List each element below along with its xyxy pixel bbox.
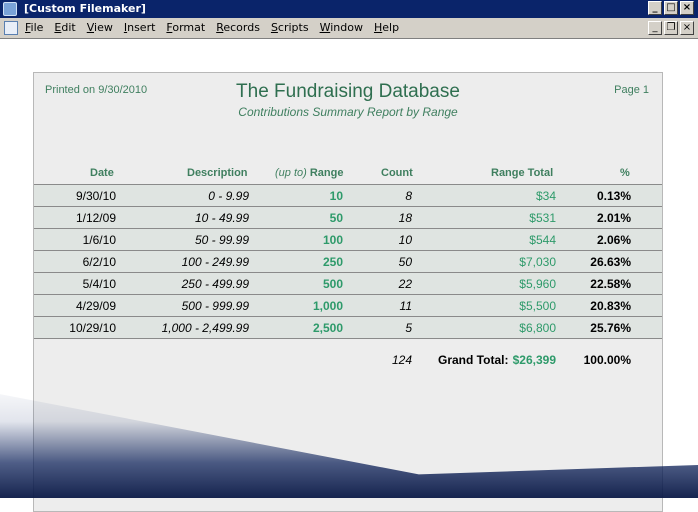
report-page: Printed on 9/30/2010 Page 1 The Fundrais… xyxy=(33,72,663,512)
header-range-prefix: (up to) xyxy=(275,167,307,179)
report-subtitle: Contributions Summary Report by Range xyxy=(238,105,458,119)
report-title: The Fundraising Database xyxy=(236,81,460,102)
cell-range-total: $6,800 xyxy=(519,321,556,335)
cell-date: 9/30/10 xyxy=(75,189,116,203)
totals-row: 124 Grand Total: $26,399 100.00% xyxy=(34,350,662,370)
cell-range-total: $5,500 xyxy=(519,299,556,313)
document-icon[interactable] xyxy=(4,21,18,35)
menu-view[interactable]: View xyxy=(87,21,113,34)
document-canvas: Printed on 9/30/2010 Page 1 The Fundrais… xyxy=(0,39,698,512)
cell-description: 50 - 99.99 xyxy=(194,233,249,247)
header-range-total: Range Total xyxy=(491,167,554,179)
cell-count: 18 xyxy=(398,211,412,225)
document-window-controls: _ ❐ × xyxy=(648,21,694,35)
grand-total-value: $26,399 xyxy=(512,353,556,367)
table-row[interactable]: 5/4/10 250 - 499.99 500 22 $5,960 22.58% xyxy=(34,272,662,294)
title-bar: [Custom Filemaker] _ □ × xyxy=(0,0,698,18)
cell-description: 1,000 - 2,499.99 xyxy=(161,321,249,335)
cell-description: 10 - 49.99 xyxy=(194,211,249,225)
cell-date: 5/4/10 xyxy=(82,277,116,291)
menu-records[interactable]: Records xyxy=(216,21,260,34)
window-title: [Custom Filemaker] xyxy=(24,2,146,15)
cell-date: 1/6/10 xyxy=(82,233,116,247)
cell-date: 1/12/09 xyxy=(75,211,116,225)
cell-range: 100 xyxy=(322,233,343,247)
cell-range: 50 xyxy=(329,211,343,225)
report-rows: 9/30/10 0 - 9.99 10 8 $34 0.13% 1/12/09 … xyxy=(34,184,662,339)
menu-file[interactable]: File xyxy=(25,21,43,34)
cell-range-total: $7,030 xyxy=(519,255,556,269)
cell-count: 5 xyxy=(405,321,412,335)
doc-close-button[interactable]: × xyxy=(680,21,694,35)
header-range: (up to) Range xyxy=(275,167,343,179)
table-row[interactable]: 9/30/10 0 - 9.99 10 8 $34 0.13% xyxy=(34,184,662,206)
cell-percent: 2.06% xyxy=(596,233,631,247)
cell-range-total: $544 xyxy=(529,233,556,247)
menu-items: File Edit View Insert Format Records Scr… xyxy=(25,21,410,34)
cell-date: 10/29/10 xyxy=(69,321,116,335)
minimize-button[interactable]: _ xyxy=(648,1,662,15)
menu-insert[interactable]: Insert xyxy=(124,21,156,34)
header-date: Date xyxy=(90,167,114,179)
menu-help[interactable]: Help xyxy=(374,21,399,34)
cell-range-total: $531 xyxy=(529,211,556,225)
doc-restore-button[interactable]: ❐ xyxy=(664,21,678,35)
maximize-button[interactable]: □ xyxy=(664,1,678,15)
cell-description: 250 - 499.99 xyxy=(181,277,249,291)
cell-count: 11 xyxy=(399,299,412,313)
cell-range-total: $34 xyxy=(535,189,556,203)
cell-percent: 2.01% xyxy=(596,211,631,225)
menu-edit[interactable]: Edit xyxy=(54,21,75,34)
menu-scripts[interactable]: Scripts xyxy=(271,21,309,34)
menu-window[interactable]: Window xyxy=(320,21,363,34)
window-controls: _ □ × xyxy=(648,1,694,15)
header-description: Description xyxy=(187,167,248,179)
cell-percent: 22.58% xyxy=(590,277,631,291)
table-row[interactable]: 1/12/09 10 - 49.99 50 18 $531 2.01% xyxy=(34,206,662,228)
cell-range: 250 xyxy=(322,255,343,269)
cell-range: 500 xyxy=(322,277,343,291)
cell-percent: 0.13% xyxy=(596,189,631,203)
header-percent: % xyxy=(620,167,630,179)
cell-description: 0 - 9.99 xyxy=(208,189,249,203)
table-row[interactable]: 10/29/10 1,000 - 2,499.99 2,500 5 $6,800… xyxy=(34,316,662,339)
total-count: 124 xyxy=(391,353,412,367)
cell-description: 100 - 249.99 xyxy=(181,255,249,269)
filemaker-app-icon[interactable] xyxy=(3,2,17,16)
cell-date: 4/29/09 xyxy=(75,299,116,313)
cell-range: 2,500 xyxy=(312,321,343,335)
cell-range: 1,000 xyxy=(312,299,343,313)
table-row[interactable]: 6/2/10 100 - 249.99 250 50 $7,030 26.63% xyxy=(34,250,662,272)
grand-total-label: Grand Total: xyxy=(438,353,509,367)
menu-format[interactable]: Format xyxy=(166,21,205,34)
cell-count: 50 xyxy=(398,255,412,269)
cell-range-total: $5,960 xyxy=(519,277,556,291)
menu-bar: File Edit View Insert Format Records Scr… xyxy=(0,18,698,39)
table-row[interactable]: 4/29/09 500 - 999.99 1,000 11 $5,500 20.… xyxy=(34,294,662,316)
total-percent: 100.00% xyxy=(583,353,631,367)
cell-description: 500 - 999.99 xyxy=(181,299,249,313)
cell-date: 6/2/10 xyxy=(82,255,116,269)
cell-percent: 26.63% xyxy=(590,255,631,269)
cell-percent: 20.83% xyxy=(590,299,631,313)
cell-percent: 25.76% xyxy=(590,321,631,335)
header-count: Count xyxy=(381,167,413,179)
cell-count: 10 xyxy=(398,233,412,247)
cell-count: 22 xyxy=(398,277,412,291)
cell-count: 8 xyxy=(405,189,412,203)
doc-minimize-button[interactable]: _ xyxy=(648,21,662,35)
close-button[interactable]: × xyxy=(680,1,694,15)
cell-range: 10 xyxy=(329,189,343,203)
table-row[interactable]: 1/6/10 50 - 99.99 100 10 $544 2.06% xyxy=(34,228,662,250)
header-range-label: Range xyxy=(309,167,344,179)
